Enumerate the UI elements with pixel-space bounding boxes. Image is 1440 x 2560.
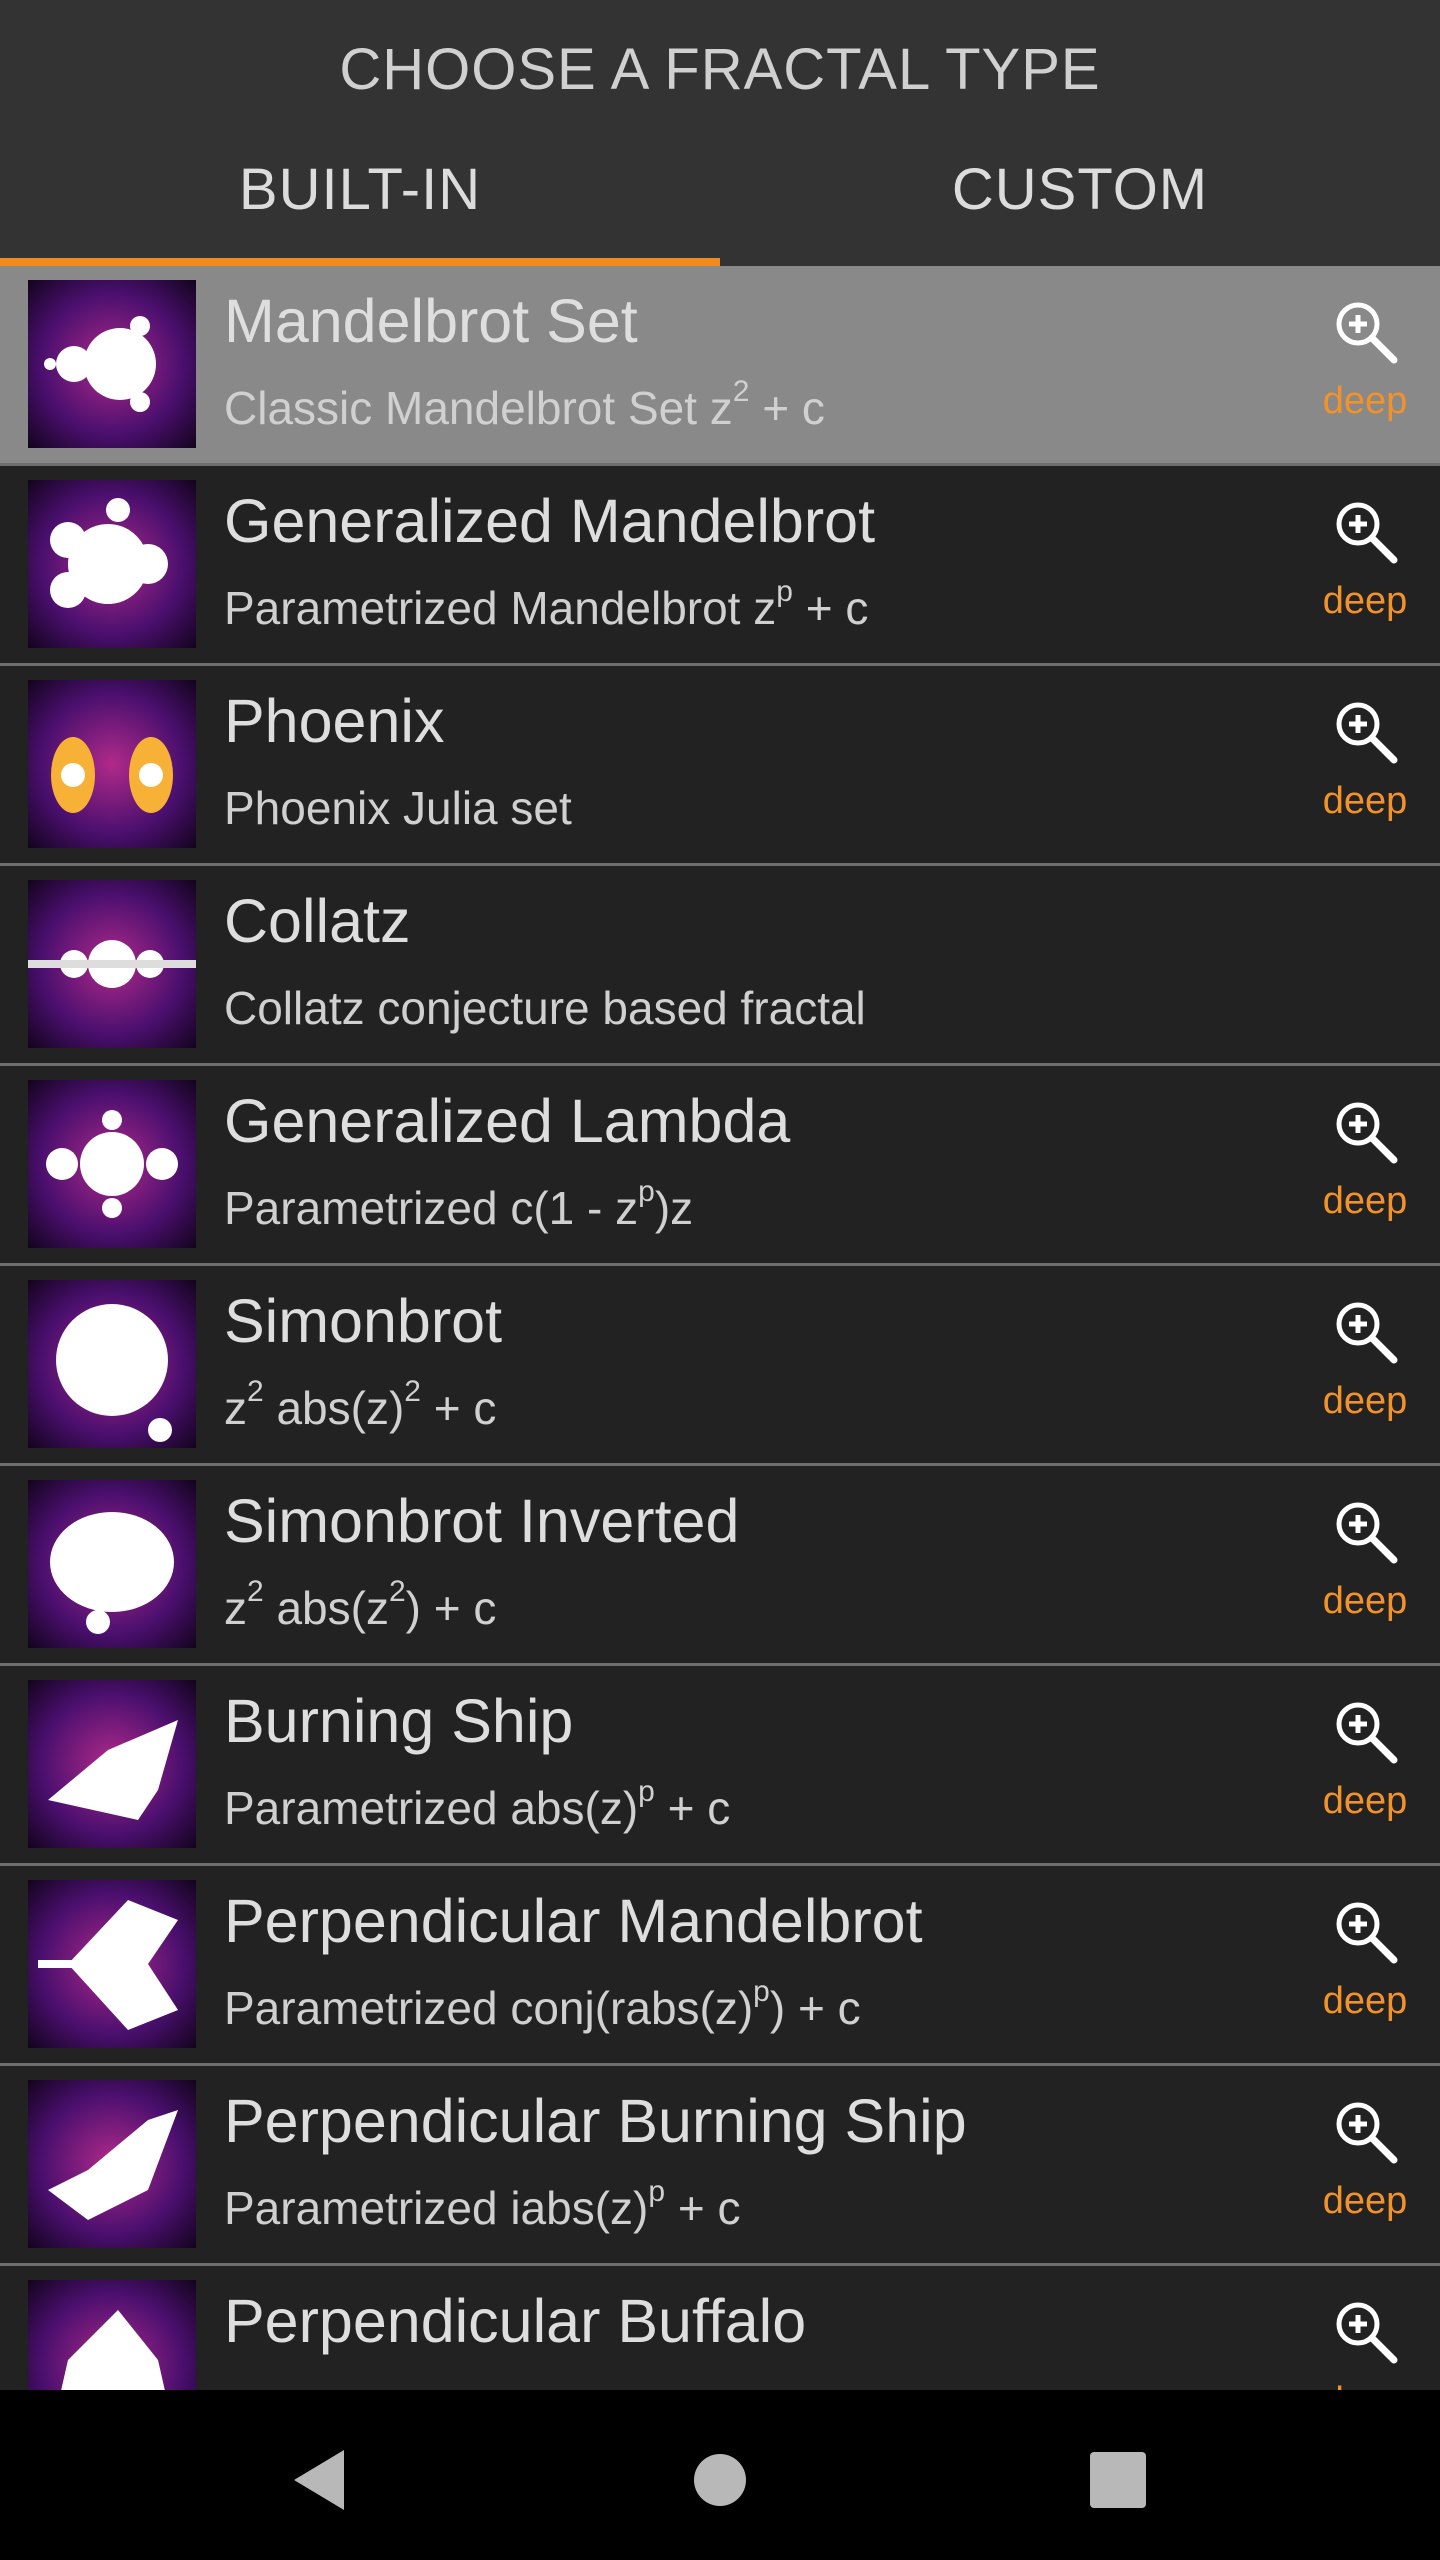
- fractal-description: Classic Mandelbrot Set z2 + c: [224, 375, 825, 435]
- fractal-list-item[interactable]: Burning Ship Parametrized abs(z)p + c deep: [0, 1666, 1440, 1866]
- system-navigation-bar: [0, 2390, 1440, 2560]
- fractal-list[interactable]: Mandelbrot Set Classic Mandelbrot Set z2 …: [0, 266, 1440, 2390]
- deep-zoom-label: deep: [1322, 1380, 1408, 1422]
- home-circle-icon[interactable]: [680, 2440, 760, 2520]
- fractal-title: Perpendicular Mandelbrot: [224, 1887, 923, 1955]
- fractal-thumbnail: [28, 1880, 196, 2048]
- fractal-title: Mandelbrot Set: [224, 287, 638, 355]
- fractal-list-item[interactable]: Mandelbrot Set Classic Mandelbrot Set z2 …: [0, 266, 1440, 466]
- fractal-list-item[interactable]: Perpendicular Buffalo deep: [0, 2266, 1440, 2390]
- zoom-in-icon: [1336, 1702, 1398, 1764]
- fractal-title: Burning Ship: [224, 1687, 574, 1755]
- fractal-title: Generalized Lambda: [224, 1087, 791, 1155]
- back-triangle-icon[interactable]: [280, 2440, 360, 2520]
- fractal-thumbnail: [28, 2080, 196, 2248]
- fractal-list-item[interactable]: Simonbrot z2 abs(z)2 + c deep: [0, 1266, 1440, 1466]
- zoom-in-icon: [1336, 2102, 1398, 2164]
- deep-zoom-label: deep: [1322, 1580, 1408, 1622]
- fractal-description: Parametrized Mandelbrot zp + c: [224, 575, 869, 635]
- fractal-description: Parametrized abs(z)p + c: [224, 1775, 731, 1835]
- deep-zoom-label: deep: [1322, 380, 1408, 422]
- fractal-description: Parametrized iabs(z)p + c: [224, 2175, 741, 2235]
- deep-zoom-label: deep: [1322, 780, 1408, 822]
- fractal-title: Perpendicular Burning Ship: [224, 2087, 967, 2155]
- tab-built-in[interactable]: BUILT-IN: [0, 156, 720, 223]
- page-title: CHOOSE A FRACTAL TYPE: [339, 37, 1101, 102]
- zoom-in-icon: [1336, 702, 1398, 764]
- fractal-description: z2 abs(z2) + c: [224, 1575, 497, 1635]
- deep-zoom-label: deep: [1322, 1780, 1408, 1822]
- zoom-in-icon: [1336, 302, 1398, 364]
- zoom-in-icon: [1336, 1302, 1398, 1364]
- fractal-title: Simonbrot Inverted: [224, 1487, 740, 1555]
- fractal-list-item[interactable]: Perpendicular Burning Ship Parametrized i…: [0, 2066, 1440, 2266]
- fractal-description: z2 abs(z)2 + c: [224, 1375, 497, 1435]
- fractal-title: Collatz: [224, 887, 411, 955]
- fractal-thumbnail: [28, 1080, 196, 1248]
- fractal-description: Phoenix Julia set: [224, 782, 572, 834]
- deep-zoom-label: deep: [1322, 1180, 1408, 1222]
- fractal-list-item[interactable]: Simonbrot Inverted z2 abs(z2) + c deep: [0, 1466, 1440, 1666]
- fractal-title: Simonbrot: [224, 1287, 503, 1355]
- app-header: CHOOSE A FRACTAL TYPE BUILT-IN CUSTOM: [0, 0, 1440, 266]
- zoom-in-icon: [1336, 1902, 1398, 1964]
- deep-zoom-label: deep: [1322, 580, 1408, 622]
- fractal-description: Collatz conjecture based fractal: [224, 982, 866, 1034]
- fractal-thumbnail: [28, 880, 196, 1048]
- zoom-in-icon: [1336, 502, 1398, 564]
- zoom-in-icon: [1336, 2302, 1398, 2364]
- fractal-list-item[interactable]: Phoenix Phoenix Julia set deep: [0, 666, 1440, 866]
- fractal-thumbnail: [28, 1280, 196, 1448]
- fractal-title: Phoenix: [224, 687, 445, 755]
- fractal-list-item[interactable]: Perpendicular Mandelbrot Parametrized con…: [0, 1866, 1440, 2066]
- fractal-description: Parametrized conj(rabs(z)p) + c: [224, 1975, 861, 2035]
- fractal-thumbnail: [28, 680, 196, 848]
- zoom-in-icon: [1336, 1102, 1398, 1164]
- tab-custom[interactable]: CUSTOM: [720, 156, 1440, 223]
- fractal-list-item[interactable]: Generalized Lambda Parametrized c(1 - zp)…: [0, 1066, 1440, 1266]
- deep-zoom-label: deep: [1322, 1980, 1408, 2022]
- fractal-description: Parametrized c(1 - zp)z: [224, 1175, 694, 1235]
- fractal-list-item[interactable]: Generalized Mandelbrot Parametrized Mande…: [0, 466, 1440, 666]
- fractal-list-item[interactable]: Collatz Collatz conjecture based fractal: [0, 866, 1440, 1066]
- deep-zoom-label: deep: [1290, 2380, 1440, 2390]
- active-tab-indicator: [0, 258, 720, 266]
- recents-square-icon[interactable]: [1078, 2440, 1158, 2520]
- fractal-title: Perpendicular Buffalo: [224, 2287, 807, 2355]
- fractal-thumbnail: [28, 1480, 196, 1648]
- deep-zoom-label: deep: [1322, 2180, 1408, 2222]
- fractal-thumbnail: [28, 1680, 196, 1848]
- fractal-title: Generalized Mandelbrot: [224, 487, 876, 555]
- fractal-thumbnail: [28, 2280, 196, 2390]
- zoom-in-icon: [1336, 1502, 1398, 1564]
- fractal-thumbnail: [28, 280, 196, 448]
- fractal-thumbnail: [28, 480, 196, 648]
